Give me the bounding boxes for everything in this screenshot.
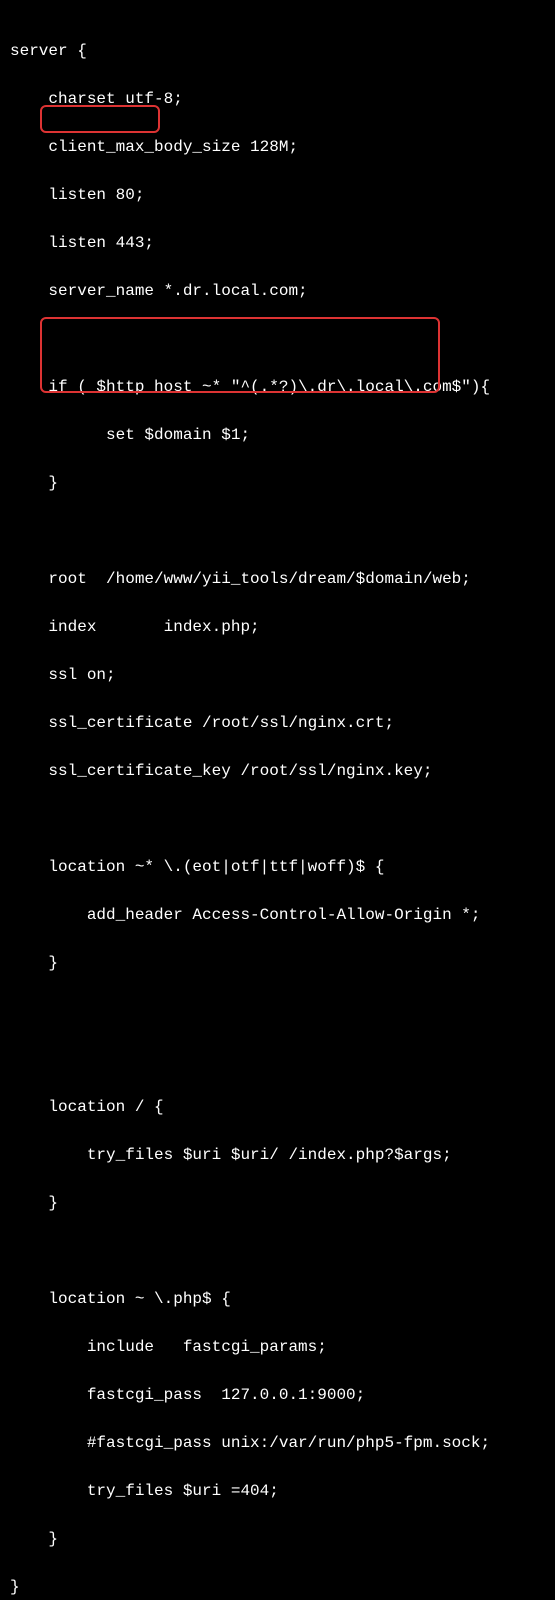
code-line [10, 807, 545, 831]
code-line: #fastcgi_pass unix:/var/run/php5-fpm.soc… [10, 1431, 545, 1455]
code-line: location ~ \.php$ { [10, 1287, 545, 1311]
code-line: if ( $http_host ~* "^(.*?)\.dr\.local\.c… [10, 375, 545, 399]
code-line: try_files $uri $uri/ /index.php?$args; [10, 1143, 545, 1167]
code-line: location / { [10, 1095, 545, 1119]
code-line: charset utf-8; [10, 87, 545, 111]
code-line [10, 327, 545, 351]
code-line: ssl_certificate /root/ssl/nginx.crt; [10, 711, 545, 735]
code-line [10, 999, 545, 1023]
code-line: listen 443; [10, 231, 545, 255]
code-line: } [10, 951, 545, 975]
code-line: } [10, 1527, 545, 1551]
code-line: try_files $uri =404; [10, 1479, 545, 1503]
code-line: client_max_body_size 128M; [10, 135, 545, 159]
code-line: include fastcgi_params; [10, 1335, 545, 1359]
code-line: } [10, 1575, 545, 1599]
code-line: location ~* \.(eot|otf|ttf|woff)$ { [10, 855, 545, 879]
code-line: ssl on; [10, 663, 545, 687]
code-line: listen 80; [10, 183, 545, 207]
code-line [10, 1047, 545, 1071]
code-line: fastcgi_pass 127.0.0.1:9000; [10, 1383, 545, 1407]
code-line: root /home/www/yii_tools/dream/$domain/w… [10, 567, 545, 591]
code-line: add_header Access-Control-Allow-Origin *… [10, 903, 545, 927]
code-line: } [10, 1191, 545, 1215]
code-line: } [10, 471, 545, 495]
code-line: server { [10, 39, 545, 63]
code-line: set $domain $1; [10, 423, 545, 447]
code-line: index index.php; [10, 615, 545, 639]
code-line [10, 519, 545, 543]
code-line: server_name *.dr.local.com; [10, 279, 545, 303]
nginx-config-code: server { charset utf-8; client_max_body_… [10, 15, 545, 1600]
code-line: ssl_certificate_key /root/ssl/nginx.key; [10, 759, 545, 783]
code-line [10, 1239, 545, 1263]
